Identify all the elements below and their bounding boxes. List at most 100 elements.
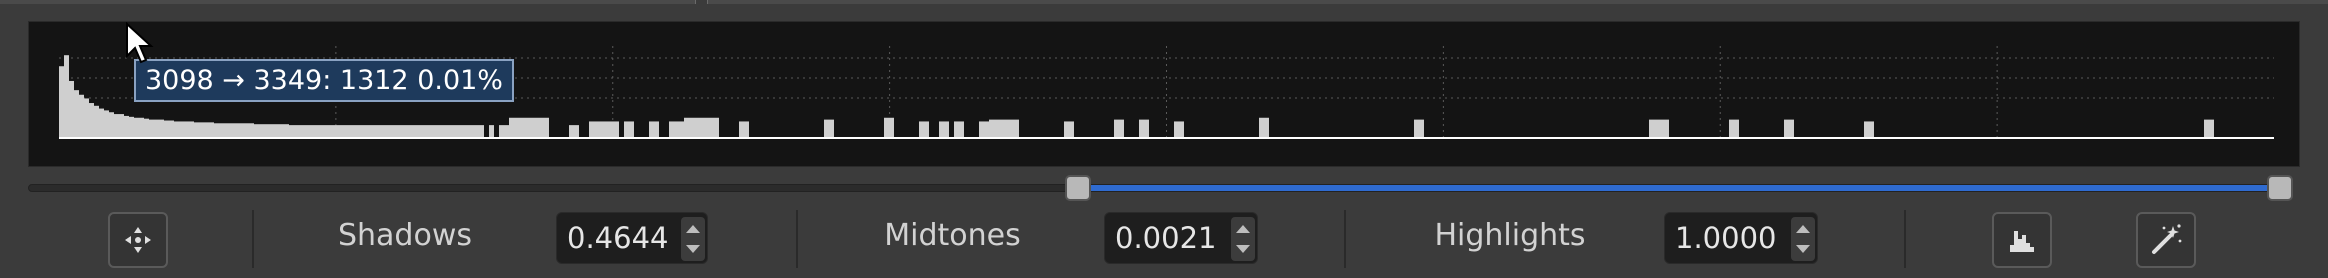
histogram-bar — [1659, 119, 1664, 138]
histogram-bar — [589, 121, 594, 138]
histogram-bar — [514, 117, 519, 138]
histogram-bar — [184, 121, 189, 138]
shadows-decrement-icon[interactable] — [686, 245, 700, 253]
histogram-bar — [199, 122, 204, 138]
histogram-bar — [434, 125, 439, 138]
histogram-bar — [209, 122, 214, 138]
levels-slider-high-handle[interactable] — [2267, 175, 2293, 201]
histogram-bar — [704, 117, 709, 138]
levels-slider-low-handle[interactable] — [1065, 175, 1092, 201]
histogram-bar — [224, 123, 229, 138]
histogram-bar — [99, 108, 104, 138]
histogram-bar — [614, 121, 619, 138]
histogram-bar — [344, 125, 349, 138]
histogram-bar — [104, 110, 109, 138]
histogram-bar — [674, 121, 679, 138]
move-button[interactable] — [108, 212, 168, 268]
histogram-bar — [1869, 121, 1874, 138]
histogram-bar — [404, 125, 409, 138]
histogram-bar — [244, 123, 249, 138]
histogram-bar — [394, 125, 399, 138]
auto-stretch-button[interactable] — [2136, 212, 2196, 268]
histogram-bar — [509, 117, 514, 138]
histogram-bar — [499, 125, 504, 138]
histogram-bar — [109, 112, 114, 138]
histogram-bar — [609, 121, 614, 138]
histogram-bar — [999, 119, 1004, 138]
histogram-bar — [534, 117, 539, 138]
histogram-bar — [334, 125, 339, 138]
histogram-bar — [739, 121, 744, 138]
histogram-bar — [1259, 117, 1264, 138]
histogram-bar — [59, 66, 64, 138]
histogram-bar — [959, 121, 964, 138]
histogram-bar — [149, 119, 154, 138]
histogram-bar — [454, 125, 459, 138]
levels-slider-range — [1078, 185, 2280, 191]
histogram-bar — [449, 125, 454, 138]
histogram-bar — [474, 125, 479, 138]
histogram-bar — [234, 123, 239, 138]
highlights-stepper[interactable] — [1791, 217, 1815, 261]
histogram-bar — [384, 125, 389, 138]
histogram-bar — [919, 121, 924, 138]
histogram-bar — [289, 125, 294, 138]
histogram-toggle-button[interactable] — [1992, 212, 2052, 268]
histogram-bar — [219, 123, 224, 138]
histogram-bar — [154, 119, 159, 138]
shadows-value[interactable]: 0.4644 — [557, 213, 668, 263]
histogram-bar — [519, 117, 524, 138]
histogram-bar — [409, 125, 414, 138]
midtones-increment-icon[interactable] — [1236, 225, 1250, 233]
histogram-bar — [1119, 119, 1124, 138]
histogram-bar — [544, 117, 549, 138]
histogram-bar — [469, 125, 474, 138]
shadows-spinbox[interactable]: 0.4644 — [556, 212, 708, 264]
histogram-bar — [139, 117, 144, 138]
histogram-bar — [1649, 119, 1654, 138]
magic-wand-icon — [2152, 224, 2182, 254]
histogram-bar — [399, 125, 404, 138]
histogram-bar — [299, 125, 304, 138]
midtones-stepper[interactable] — [1231, 217, 1255, 261]
histogram-bar — [714, 117, 719, 138]
histogram-bar — [649, 121, 654, 138]
histogram-tooltip: 3098 → 3349: 1312 0.01% — [134, 59, 514, 102]
histogram-bar — [884, 117, 889, 138]
histogram-bar — [1014, 119, 1019, 138]
histogram-bar — [464, 125, 469, 138]
midtones-decrement-icon[interactable] — [1236, 245, 1250, 253]
shadows-stepper[interactable] — [681, 217, 705, 261]
histogram-bar — [924, 121, 929, 138]
midtones-label: Midtones — [884, 218, 1021, 253]
histogram-bar — [624, 121, 629, 138]
histogram-bar — [424, 125, 429, 138]
highlights-decrement-icon[interactable] — [1796, 245, 1810, 253]
histogram-bar — [204, 122, 209, 138]
separator — [796, 210, 798, 268]
midtones-value[interactable]: 0.0021 — [1105, 213, 1216, 263]
histogram-bar — [1179, 121, 1184, 138]
shadows-increment-icon[interactable] — [686, 225, 700, 233]
histogram-bar — [69, 80, 74, 138]
highlights-value[interactable]: 1.0000 — [1665, 213, 1776, 263]
histogram-bar — [479, 125, 484, 138]
histogram-bar — [1114, 119, 1119, 138]
histogram-bar — [119, 114, 124, 138]
histogram-bar — [324, 125, 329, 138]
histogram-bar — [829, 119, 834, 138]
histogram-bar — [599, 121, 604, 138]
histogram-bar — [259, 124, 264, 138]
histogram-bar — [254, 124, 259, 138]
histogram-bar — [694, 117, 699, 138]
histogram-bar — [349, 125, 354, 138]
histogram-bar — [444, 125, 449, 138]
histogram-bar — [1144, 119, 1149, 138]
highlights-spinbox[interactable]: 1.0000 — [1664, 212, 1818, 264]
move-icon — [125, 227, 151, 253]
histogram-bar — [489, 125, 494, 138]
histogram-bar — [629, 121, 634, 138]
histogram-bar — [354, 125, 359, 138]
highlights-increment-icon[interactable] — [1796, 225, 1810, 233]
midtones-spinbox[interactable]: 0.0021 — [1104, 212, 1258, 264]
